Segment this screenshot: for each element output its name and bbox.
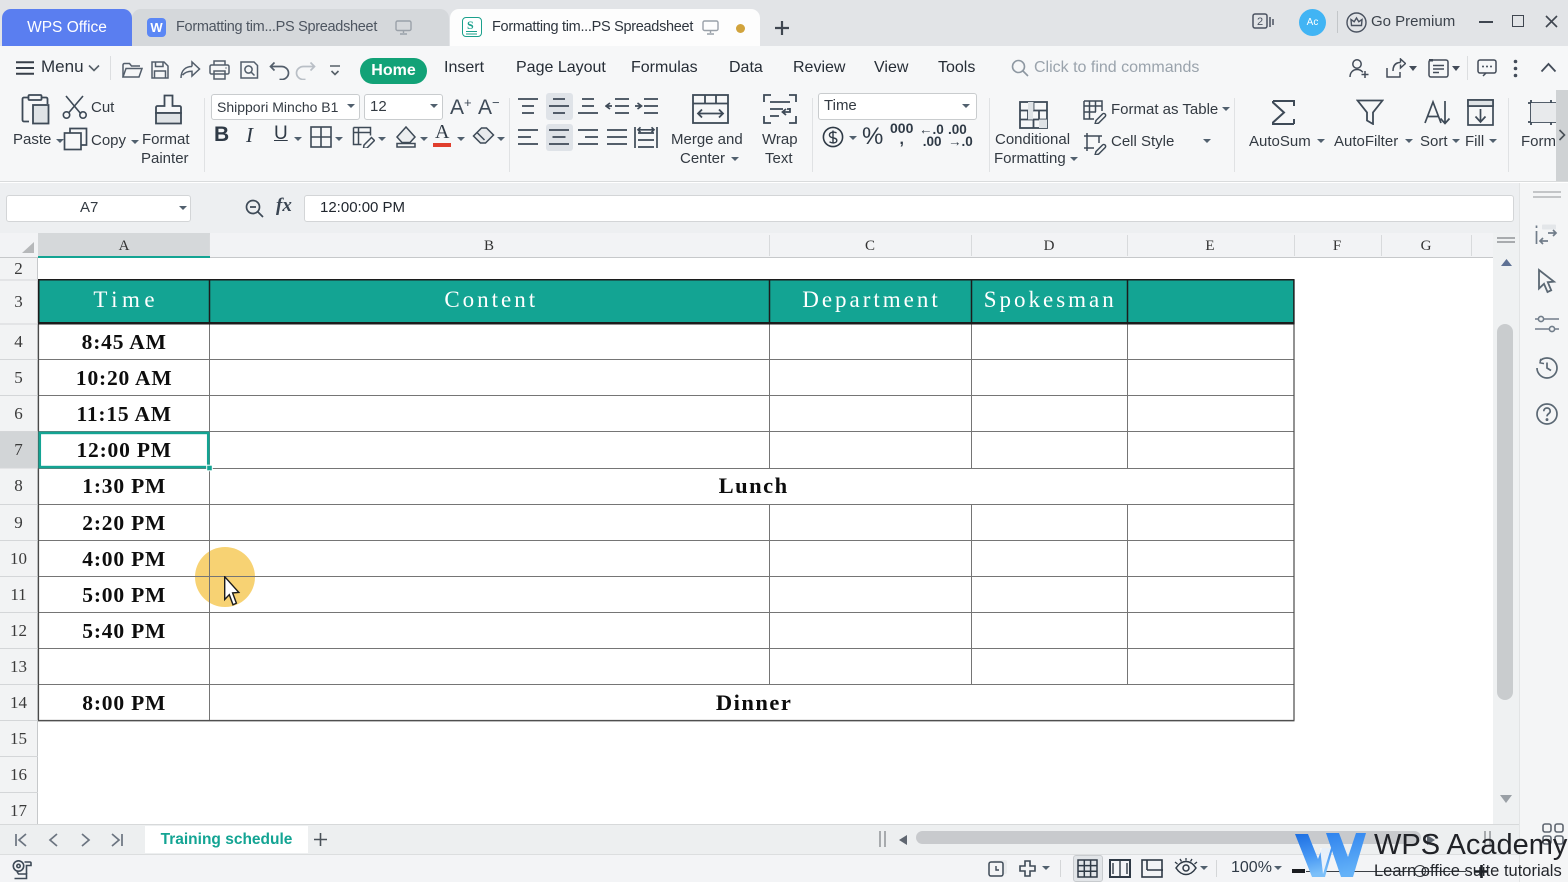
svg-text:2: 2: [1257, 16, 1263, 28]
